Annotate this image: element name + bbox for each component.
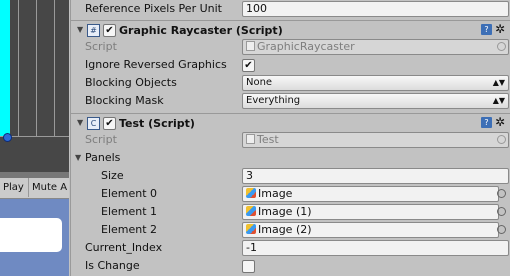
script-file-icon <box>246 41 255 51</box>
blocking-objects-dropdown[interactable]: None ▲▼ <box>242 75 509 91</box>
graphic-raycaster-enabled-checkbox[interactable]: ✔ <box>103 24 116 37</box>
blocking-mask-label: Blocking Mask <box>85 94 164 107</box>
reference-pixels-input[interactable]: 100 <box>242 1 509 17</box>
triangle-down-icon[interactable]: ▼ <box>77 118 83 127</box>
size-input[interactable]: 3 <box>242 168 509 184</box>
element-label: Element 1 <box>101 205 158 218</box>
help-book-icon[interactable]: ? <box>480 117 492 128</box>
size-label: Size <box>101 169 124 182</box>
play-button[interactable]: Play <box>0 178 27 197</box>
is-change-checkbox[interactable] <box>242 260 255 273</box>
element-label: Element 0 <box>101 187 158 200</box>
blocking-mask-row: Blocking Mask Everything ▲▼ <box>71 92 510 110</box>
script-file-icon <box>246 134 255 144</box>
image-asset-icon <box>246 224 256 234</box>
object-picker-circle-icon[interactable] <box>497 207 506 216</box>
graphic-raycaster-script-row: Script GraphicRaycaster <box>71 38 510 56</box>
component-icon: # <box>87 24 100 37</box>
test-enabled-checkbox[interactable]: ✔ <box>103 117 116 130</box>
triangle-down-icon[interactable]: ▼ <box>77 25 83 34</box>
reference-pixels-label: Reference Pixels Per Unit <box>85 2 222 15</box>
reference-pixels-row: Reference Pixels Per Unit 100 <box>71 0 510 18</box>
scene-game-area: Play Mute A <box>0 0 69 276</box>
mute-audio-button[interactable]: Mute A <box>28 178 69 197</box>
object-picker-circle-icon <box>497 135 506 144</box>
game-toolbar: Play Mute A <box>0 178 69 199</box>
script-label: Script <box>85 40 117 53</box>
blocking-objects-row: Blocking Objects None ▲▼ <box>71 74 510 92</box>
ignore-reversed-label: Ignore Reversed Graphics <box>85 58 227 71</box>
canvas-highlight <box>0 0 10 137</box>
pivot-gizmo[interactable] <box>3 133 12 142</box>
ignore-reversed-checkbox[interactable]: ✔ <box>242 59 255 72</box>
panels-row[interactable]: ▼ Panels <box>71 149 510 167</box>
element-object-field[interactable]: Image (1) <box>242 204 499 220</box>
test-script-field: Test <box>242 132 509 148</box>
gear-icon[interactable]: ✲ <box>495 23 505 35</box>
test-script-row: Script Test <box>71 131 510 149</box>
dropdown-arrow-icon: ▲▼ <box>492 78 505 87</box>
game-ui-panel <box>0 218 62 252</box>
help-book-icon[interactable]: ? <box>480 24 492 35</box>
dropdown-arrow-icon: ▲▼ <box>492 96 505 105</box>
element-object-field[interactable]: Image (2) <box>242 222 499 238</box>
grid-line <box>36 0 37 137</box>
list-item: Element 0 Image <box>71 185 510 203</box>
list-item: Element 1 Image (1) <box>71 203 510 221</box>
blocking-mask-dropdown[interactable]: Everything ▲▼ <box>242 93 509 109</box>
ignore-reversed-row: Ignore Reversed Graphics ✔ <box>71 56 510 74</box>
current-index-input[interactable]: -1 <box>242 240 509 256</box>
current-index-row: Current_Index -1 <box>71 239 510 257</box>
graphic-raycaster-script-field: GraphicRaycaster <box>242 39 509 55</box>
triangle-down-icon[interactable]: ▼ <box>75 153 81 162</box>
object-picker-circle-icon <box>497 42 506 51</box>
object-picker-circle-icon[interactable] <box>497 189 506 198</box>
blocking-objects-label: Blocking Objects <box>85 76 177 89</box>
panels-size-row: Size 3 <box>71 167 510 185</box>
inspector-panel: Reference Pixels Per Unit 100 ▼ # ✔ Grap… <box>70 0 510 276</box>
grid-line <box>54 0 55 137</box>
element-object-field[interactable]: Image <box>242 186 499 202</box>
current-index-label: Current_Index <box>85 241 163 254</box>
image-asset-icon <box>246 206 256 216</box>
panels-label: Panels <box>85 151 121 164</box>
is-change-label: Is Change <box>85 259 140 272</box>
scene-view[interactable] <box>0 0 69 172</box>
element-label: Element 2 <box>101 223 158 236</box>
list-item: Element 2 Image (2) <box>71 221 510 239</box>
grid-line <box>18 0 19 137</box>
image-asset-icon <box>246 188 256 198</box>
gear-icon[interactable]: ✲ <box>495 116 505 128</box>
script-file-icon: C <box>87 117 100 130</box>
is-change-row: Is Change <box>71 257 510 275</box>
object-picker-circle-icon[interactable] <box>497 225 506 234</box>
script-label: Script <box>85 133 117 146</box>
